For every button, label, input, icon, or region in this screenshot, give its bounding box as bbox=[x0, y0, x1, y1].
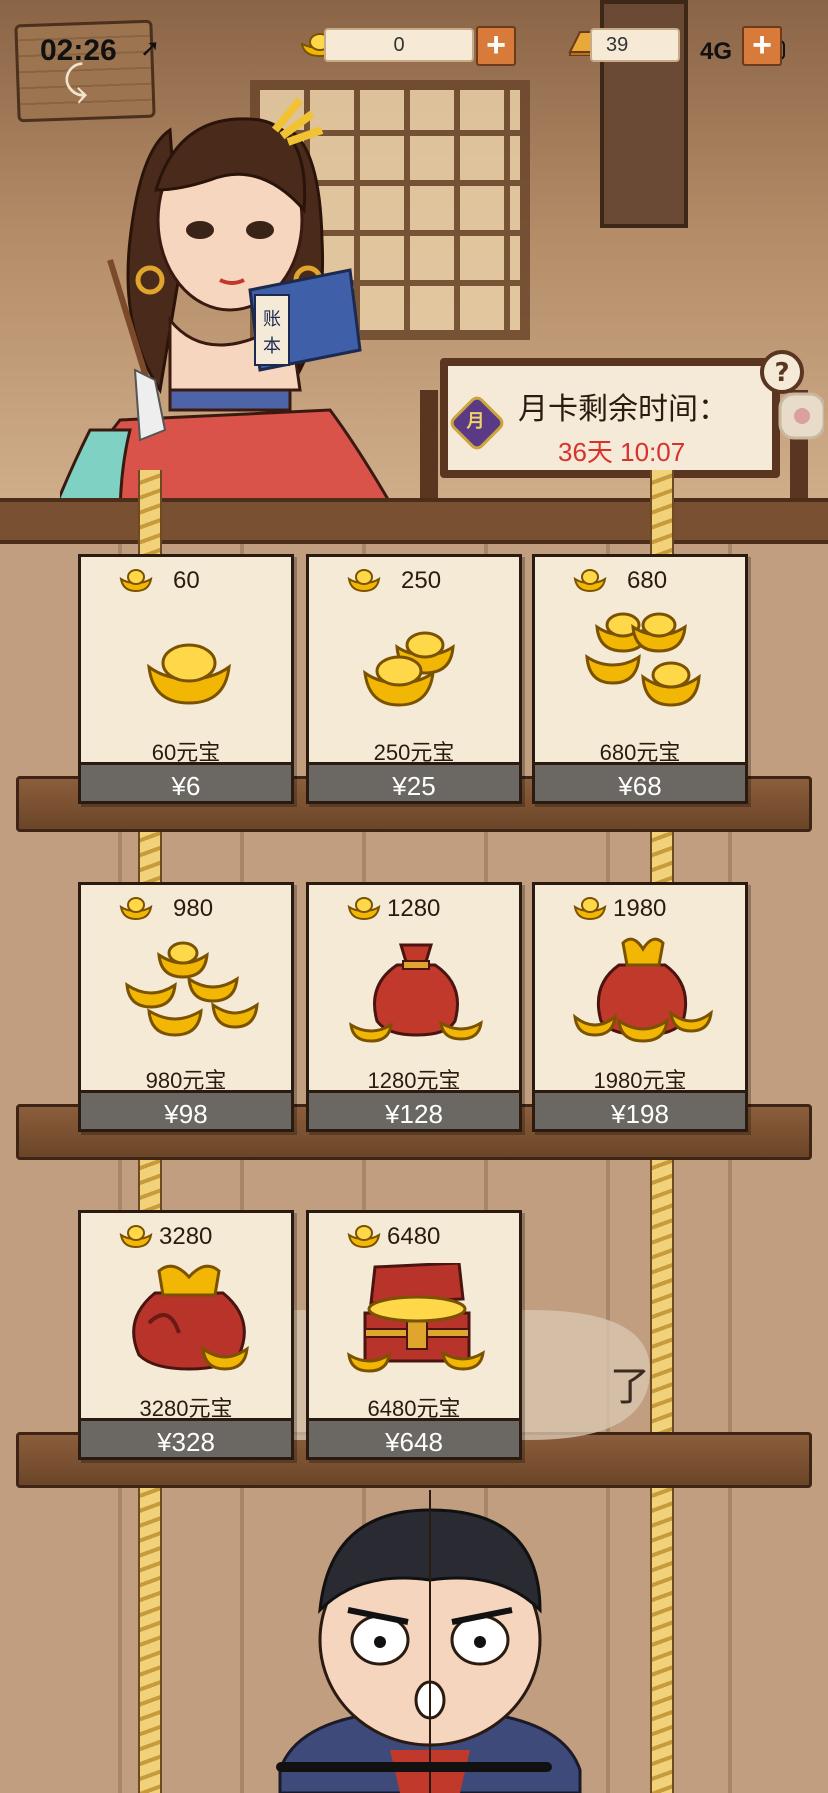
product-amount: 680 bbox=[627, 567, 668, 594]
product-card-980[interactable]: 980 980元宝 ¥98 bbox=[78, 882, 294, 1132]
gold-bar-amount: 39 bbox=[590, 28, 680, 62]
month-card-panel[interactable]: 月 月卡剩余时间： 36天 10:07 bbox=[440, 358, 780, 478]
product-amount: 250 bbox=[401, 567, 442, 594]
large-money-bag-icon bbox=[132, 1264, 249, 1371]
bubble-right-text: 了 bbox=[610, 1364, 650, 1410]
treasure-chest-icon bbox=[347, 1263, 485, 1373]
product-card-3280[interactable]: 3280 3280元宝 ¥328 bbox=[78, 1210, 294, 1460]
svg-text:?: ? bbox=[774, 358, 789, 388]
two-ingots-icon bbox=[363, 631, 455, 707]
month-card-remaining: 36天 10:07 bbox=[558, 437, 686, 467]
ingot-currency-bar: 0 + bbox=[300, 26, 522, 66]
gold-ingot-icon bbox=[347, 897, 381, 921]
add-gold-bar-button[interactable]: + bbox=[742, 26, 782, 66]
svg-text:本: 本 bbox=[263, 336, 281, 357]
gold-ingot-icon bbox=[573, 897, 607, 921]
ingot-amount: 0 bbox=[324, 28, 474, 62]
boy-character bbox=[278, 1490, 582, 1793]
top-beam bbox=[0, 498, 828, 544]
money-bag-icon bbox=[349, 943, 483, 1043]
single-ingot-icon bbox=[147, 643, 231, 705]
product-amount: 1980 bbox=[613, 895, 667, 922]
shopkeeper-character: 账 本 bbox=[60, 97, 400, 520]
three-ingots-icon bbox=[585, 612, 701, 707]
product-amount: 3280 bbox=[159, 1223, 213, 1250]
add-ingot-button[interactable]: + bbox=[476, 26, 516, 66]
product-amount: 980 bbox=[173, 895, 214, 922]
product-card-60[interactable]: 60 60元宝 ¥6 bbox=[78, 554, 294, 804]
product-price-button[interactable]: ¥68 bbox=[532, 762, 748, 804]
product-amount: 60 bbox=[173, 567, 200, 594]
gold-bar-currency-bar: 39 + bbox=[566, 26, 786, 66]
add-gold-bar-plus-icon: + bbox=[752, 26, 772, 64]
month-card-badge-icon: 月 bbox=[447, 393, 507, 453]
gold-ingot-icon bbox=[119, 1225, 153, 1249]
home-indicator[interactable] bbox=[276, 1762, 552, 1772]
month-card-badge-text: 月 bbox=[466, 411, 485, 432]
gold-ingot-icon bbox=[119, 569, 153, 593]
status-time: 02:26 bbox=[40, 34, 117, 67]
gold-ingot-icon bbox=[119, 897, 153, 921]
gold-ingot-icon bbox=[347, 1225, 381, 1249]
product-card-6480[interactable]: 6480 6480元宝 ¥648 bbox=[306, 1210, 522, 1460]
product-price-button[interactable]: ¥198 bbox=[532, 1090, 748, 1132]
product-price-button[interactable]: ¥328 bbox=[78, 1418, 294, 1460]
location-arrow-icon: ➚ bbox=[140, 35, 161, 62]
month-card-title: 月卡剩余时间： bbox=[518, 393, 728, 426]
product-price-button[interactable]: ¥98 bbox=[78, 1090, 294, 1132]
product-card-1980[interactable]: 1980 1980元宝 ¥198 bbox=[532, 882, 748, 1132]
ingot-pile-icon bbox=[125, 941, 259, 1037]
product-card-250[interactable]: 250 250元宝 ¥25 bbox=[306, 554, 522, 804]
gold-ingot-icon bbox=[347, 569, 381, 593]
product-price-button[interactable]: ¥6 bbox=[78, 762, 294, 804]
product-price-button[interactable]: ¥128 bbox=[306, 1090, 522, 1132]
product-amount: 6480 bbox=[387, 1223, 441, 1250]
product-price-button[interactable]: ¥648 bbox=[306, 1418, 522, 1460]
product-card-1280[interactable]: 1280 1280元宝 ¥128 bbox=[306, 882, 522, 1132]
gold-ingot-icon bbox=[573, 569, 607, 593]
product-card-680[interactable]: 680 680元宝 ¥68 bbox=[532, 554, 748, 804]
product-amount: 1280 bbox=[387, 895, 441, 922]
money-bag-with-ingots-icon bbox=[573, 937, 713, 1043]
product-price-button[interactable]: ¥25 bbox=[306, 762, 522, 804]
svg-text:账: 账 bbox=[263, 309, 281, 330]
help-question-icon[interactable]: ? bbox=[752, 350, 824, 440]
